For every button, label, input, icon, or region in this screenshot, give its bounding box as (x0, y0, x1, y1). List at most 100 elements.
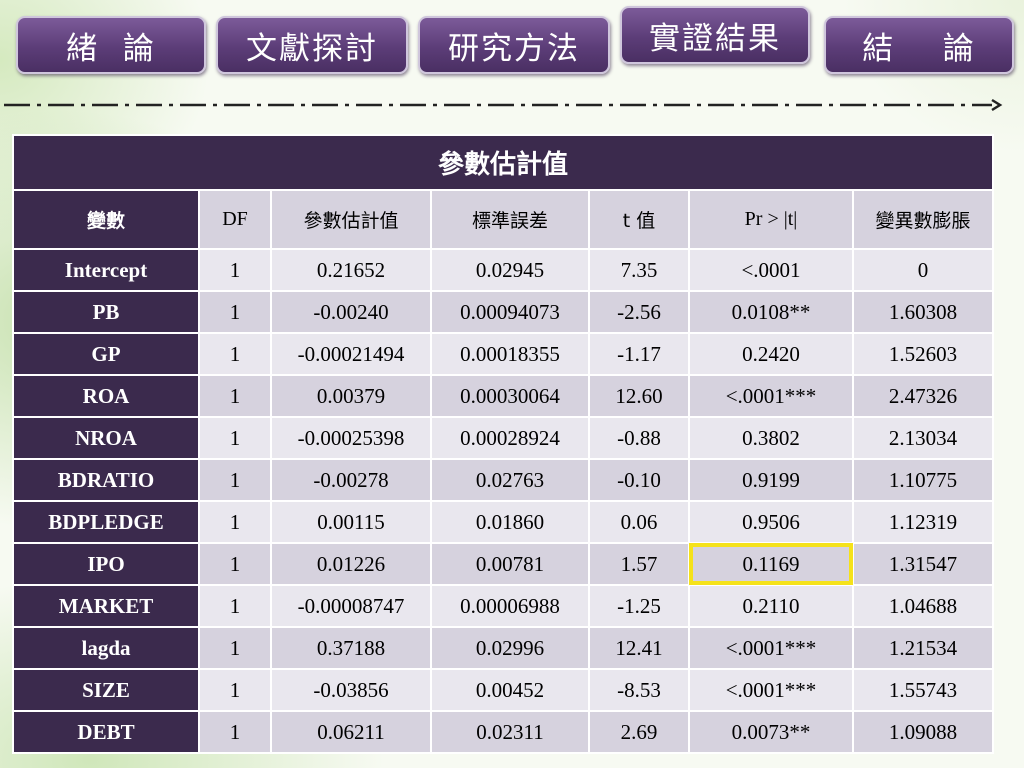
table-cell: 0.00006988 (430, 584, 590, 628)
table-cell: 0.00379 (270, 374, 432, 418)
table-cell: 0.02996 (430, 626, 590, 670)
table-cell: 1 (198, 626, 272, 670)
table-cell: 1.57 (588, 542, 690, 586)
table-cell: -8.53 (588, 668, 690, 712)
table-cell: <.0001*** (688, 626, 854, 670)
column-header: DF (198, 189, 272, 250)
table-cell: 1 (198, 290, 272, 334)
table-row: NROA 1 -0.00025398 0.00028924 -0.88 0.3802 2.1… (12, 416, 994, 460)
table-cell: 0.37188 (270, 626, 432, 670)
table-row: IPO 1 0.01226 0.00781 1.57 0.1169 1.31547 (12, 542, 994, 586)
dash-dot-arrow-divider (4, 98, 1003, 112)
table-cell: 0.2110 (688, 584, 854, 628)
column-header: 變數 (12, 189, 200, 250)
table-cell: 0.00115 (270, 500, 432, 544)
table-row: GP 1 -0.00021494 0.00018355 -1.17 0.2420 1.526… (12, 332, 994, 376)
table-cell: 1 (198, 458, 272, 502)
table-cell: 0.06211 (270, 710, 432, 754)
table-cell: 0.9506 (688, 500, 854, 544)
table-row: SIZE 1 -0.03856 0.00452 -8.53 <.0001*** 1.5574… (12, 668, 994, 712)
nav-button-conclusion[interactable]: 結 論 (824, 16, 1014, 74)
row-variable-name: ROA (12, 374, 200, 418)
table-cell: -0.10 (588, 458, 690, 502)
nav-button-research-method[interactable]: 研究方法 (418, 16, 610, 74)
table-title: 參數估計值 (12, 134, 994, 191)
table-cell: 2.13034 (852, 416, 994, 460)
table-cell: -0.88 (588, 416, 690, 460)
table-cell: 0.0108** (688, 290, 854, 334)
table-cell: -0.00025398 (270, 416, 432, 460)
table-cell: 1.21534 (852, 626, 994, 670)
column-header: 參數估計值 (270, 189, 432, 250)
table-cell: -0.00008747 (270, 584, 432, 628)
table-cell: -0.00240 (270, 290, 432, 334)
table-cell: 0.00030064 (430, 374, 590, 418)
row-variable-name: lagda (12, 626, 200, 670)
table-cell: 0.00028924 (430, 416, 590, 460)
table-cell: 1.55743 (852, 668, 994, 712)
table-cell: 0.06 (588, 500, 690, 544)
row-variable-name: IPO (12, 542, 200, 586)
table-cell: -0.00278 (270, 458, 432, 502)
table-cell: 1.60308 (852, 290, 994, 334)
row-variable-name: PB (12, 290, 200, 334)
table-cell: 1 (198, 584, 272, 628)
table-cell: 0.01860 (430, 500, 590, 544)
parameter-estimates-table: 參數估計值 變數 DF 參數估計值 標準誤差 t 值 Pr > |t| 變異數膨… (12, 134, 994, 754)
row-variable-name: DEBT (12, 710, 200, 754)
table-cell: 0.02763 (430, 458, 590, 502)
table-cell: 1.31547 (852, 542, 994, 586)
parameter-estimates-table-container: 參數估計值 變數 DF 參數估計值 標準誤差 t 值 Pr > |t| 變異數膨… (12, 134, 994, 754)
table-cell: 1.04688 (852, 584, 994, 628)
table-cell: 1.12319 (852, 500, 994, 544)
table-row: Intercept 1 0.21652 0.02945 7.35 <.0001 0 (12, 248, 994, 292)
row-variable-name: GP (12, 332, 200, 376)
table-row: DEBT 1 0.06211 0.02311 2.69 0.0073** 1.09088 (12, 710, 994, 754)
column-header: 變異數膨脹 (852, 189, 994, 250)
table-row: PB 1 -0.00240 0.00094073 -2.56 0.0108** 1.6030… (12, 290, 994, 334)
table-cell: -2.56 (588, 290, 690, 334)
table-cell: 1 (198, 710, 272, 754)
table-cell: -1.25 (588, 584, 690, 628)
section-nav: 緒 論 文獻探討 研究方法 實證結果 結 論 (16, 6, 1016, 80)
table-cell: 1 (198, 374, 272, 418)
table-cell: 1 (198, 416, 272, 460)
table-cell: <.0001 (688, 248, 854, 292)
nav-button-introduction[interactable]: 緒 論 (16, 16, 206, 74)
table-cell: <.0001*** (688, 668, 854, 712)
table-cell: -1.17 (588, 332, 690, 376)
table-cell: 0.02945 (430, 248, 590, 292)
table-cell: 12.60 (588, 374, 690, 418)
table-cell: 0.00781 (430, 542, 590, 586)
table-cell: 0.00452 (430, 668, 590, 712)
row-variable-name: BDRATIO (12, 458, 200, 502)
row-variable-name: MARKET (12, 584, 200, 628)
table-cell: 0.2420 (688, 332, 854, 376)
row-variable-name: BDPLEDGE (12, 500, 200, 544)
table-row: lagda 1 0.37188 0.02996 12.41 <.0001*** 1.2153… (12, 626, 994, 670)
table-cell: 7.35 (588, 248, 690, 292)
table-cell: 0.0073** (688, 710, 854, 754)
table-cell: -0.03856 (270, 668, 432, 712)
table-cell: 0.3802 (688, 416, 854, 460)
table-cell: 2.69 (588, 710, 690, 754)
column-header: t 值 (588, 189, 690, 250)
table-cell: 1 (198, 332, 272, 376)
table-cell: 1.52603 (852, 332, 994, 376)
table-cell: 2.47326 (852, 374, 994, 418)
table-cell: 1 (198, 248, 272, 292)
table-cell: <.0001*** (688, 374, 854, 418)
table-cell: 0.02311 (430, 710, 590, 754)
table-cell: 1 (198, 668, 272, 712)
nav-button-literature-review[interactable]: 文獻探討 (216, 16, 408, 74)
column-header: Pr > |t| (688, 189, 854, 250)
table-cell: 1 (198, 500, 272, 544)
table-row: BDRATIO 1 -0.00278 0.02763 -0.10 0.9199 1.1077… (12, 458, 994, 502)
table-header-row: 變數 DF 參數估計值 標準誤差 t 值 Pr > |t| 變異數膨脹 (12, 189, 994, 250)
nav-button-empirical-results[interactable]: 實證結果 (620, 6, 810, 64)
table-cell: 12.41 (588, 626, 690, 670)
table-cell: 0.01226 (270, 542, 432, 586)
table-row: ROA 1 0.00379 0.00030064 12.60 <.0001*** 2.473… (12, 374, 994, 418)
table-cell: -0.00021494 (270, 332, 432, 376)
table-cell: 0.00094073 (430, 290, 590, 334)
